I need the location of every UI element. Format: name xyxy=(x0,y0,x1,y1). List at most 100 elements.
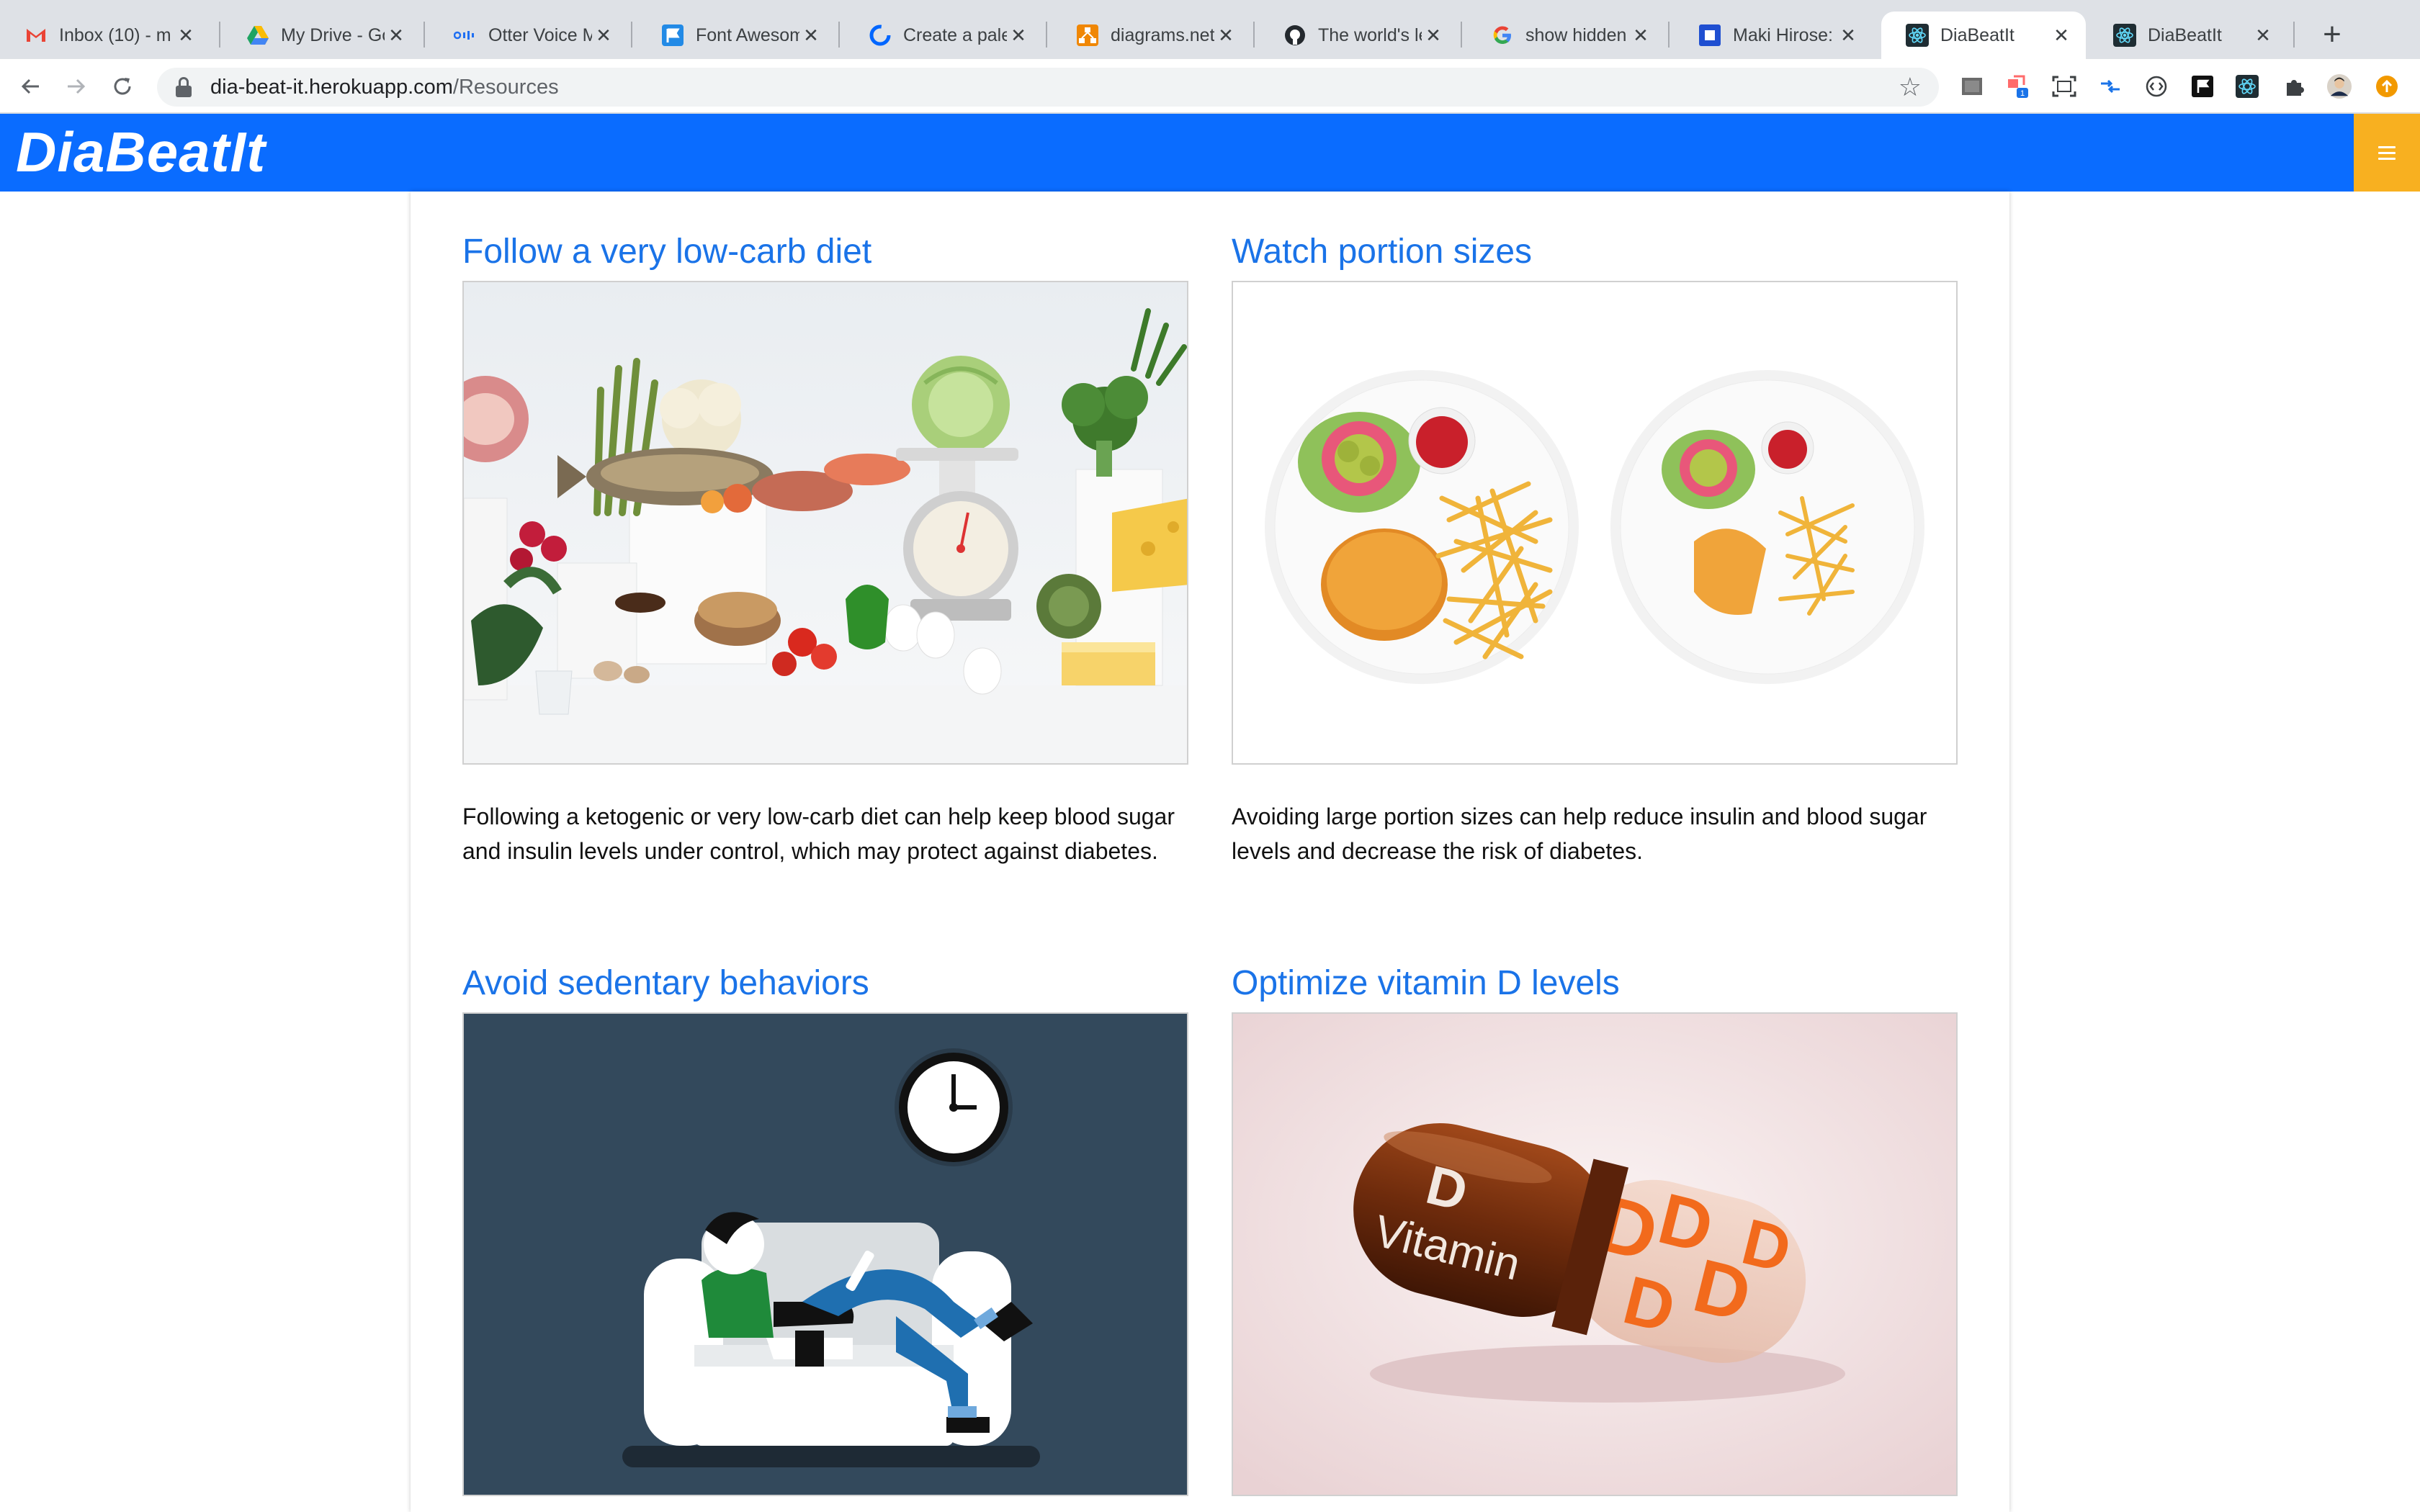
url-path: /Resources xyxy=(452,75,559,99)
tab-divider xyxy=(1668,22,1670,48)
tab-divider xyxy=(631,22,632,48)
menu-line xyxy=(2378,151,2396,154)
browser-tab-font-awesome[interactable]: Font Awesome ✕ xyxy=(637,12,835,59)
browser-tab-github[interactable]: The world's le ✕ xyxy=(1259,12,1458,59)
portion-plates-image xyxy=(1232,281,1958,765)
react-icon xyxy=(1906,24,1929,47)
close-icon[interactable]: ✕ xyxy=(1629,24,1652,47)
hamburger-menu-button[interactable] xyxy=(2354,114,2420,192)
bookmark-star-icon[interactable]: ☆ xyxy=(1899,72,1922,102)
browser-tab-coolors[interactable]: Create a palet ✕ xyxy=(844,12,1043,59)
tab-title: Create a palet xyxy=(903,24,1007,45)
sedentary-couch-image xyxy=(462,1012,1188,1496)
otter-icon xyxy=(454,24,477,47)
new-tab-button[interactable]: + xyxy=(2312,16,2352,56)
extension-icon[interactable] xyxy=(1959,73,1985,99)
screenshot-icon[interactable] xyxy=(2051,73,2077,99)
tab-title: Otter Voice M xyxy=(488,24,592,45)
extension-badge-icon[interactable]: 1 xyxy=(2004,73,2030,99)
resource-title: Follow a very low-carb diet xyxy=(462,233,872,271)
close-icon[interactable]: ✕ xyxy=(799,24,823,47)
address-bar[interactable]: dia-beat-it.herokuapp.com/Resources ☆ xyxy=(157,68,1939,107)
close-icon[interactable]: ✕ xyxy=(1837,24,1860,47)
close-icon[interactable]: ✕ xyxy=(1214,24,1237,47)
arrow-right-icon xyxy=(68,78,86,94)
browser-tab-diabeatit-active[interactable]: DiaBeatIt ✕ xyxy=(1881,12,2086,59)
reload-button[interactable] xyxy=(102,66,143,107)
tab-title: Maki Hirose: L xyxy=(1733,24,1837,45)
close-icon[interactable]: ✕ xyxy=(174,24,197,47)
close-icon[interactable]: ✕ xyxy=(2050,24,2073,47)
github-icon xyxy=(1283,24,1307,47)
browser-tab-gmail[interactable]: Inbox (10) - m ✕ xyxy=(0,12,210,59)
resource-title: Watch portion sizes xyxy=(1232,233,1533,271)
app-header: DiaBeatIt xyxy=(0,114,2420,192)
flag-extension-icon[interactable] xyxy=(2190,73,2215,99)
resources-content: Follow a very low-carb diet Following a … xyxy=(411,192,2009,1512)
menu-line xyxy=(2378,145,2396,148)
update-icon[interactable] xyxy=(2374,73,2400,99)
close-icon[interactable]: ✕ xyxy=(592,24,615,47)
coolors-icon xyxy=(869,24,892,47)
google-icon xyxy=(1491,24,1514,47)
browser-tab-diabeatit[interactable]: DiaBeatIt ✕ xyxy=(2089,12,2287,59)
close-icon[interactable]: ✕ xyxy=(2251,24,2275,47)
forward-button[interactable] xyxy=(56,66,97,107)
tab-divider xyxy=(2293,22,2295,48)
vitamin-d-capsule-image: D D D D D D Vitamin xyxy=(1232,1012,1958,1496)
resource-card-portion: Watch portion sizes Avoiding large porti… xyxy=(1232,230,1958,868)
url-host: dia-beat-it.herokuapp.com xyxy=(210,75,453,99)
tab-title: show hidden f xyxy=(1525,24,1629,45)
browser-tab-strip: Inbox (10) - m ✕ My Drive - Go ✕ Otter V… xyxy=(0,0,2420,59)
gmail-icon xyxy=(24,24,48,47)
tab-divider xyxy=(424,22,425,48)
extension-badge-count: 1 xyxy=(2020,89,2025,98)
square-app-icon xyxy=(1698,24,1721,47)
browser-tab-drive[interactable]: My Drive - Go ✕ xyxy=(222,12,421,59)
resource-card-vitamin-d: Optimize vitamin D levels D D D D D D Vi… xyxy=(1232,962,1958,1512)
close-icon[interactable]: ✕ xyxy=(1422,24,1445,47)
resource-description: Avoiding large portion sizes can help re… xyxy=(1232,804,1927,864)
tab-title: Font Awesome xyxy=(696,24,799,45)
code-extension-icon[interactable] xyxy=(2143,73,2169,99)
brand-logo[interactable]: DiaBeatIt xyxy=(16,120,266,185)
browser-tab-google-search[interactable]: show hidden f ✕ xyxy=(1466,12,1665,59)
tab-divider xyxy=(838,22,840,48)
url-text: dia-beat-it.herokuapp.com/Resources xyxy=(210,76,559,99)
low-carb-foods-image xyxy=(462,281,1188,765)
resource-card-low-carb: Follow a very low-carb diet Following a … xyxy=(462,230,1188,868)
browser-tab-otter[interactable]: Otter Voice M ✕ xyxy=(429,12,628,59)
lock-icon xyxy=(176,77,192,97)
resource-description: Following a ketogenic or very low-carb d… xyxy=(462,804,1175,864)
tab-title: Inbox (10) - m xyxy=(59,24,171,45)
arrow-left-icon xyxy=(21,78,39,94)
google-drive-icon xyxy=(246,24,269,47)
react-icon xyxy=(2113,24,2136,47)
close-icon[interactable]: ✕ xyxy=(385,24,408,47)
tab-title: diagrams.net xyxy=(1111,24,1214,45)
tab-title: DiaBeatIt xyxy=(2148,24,2222,45)
close-icon[interactable]: ✕ xyxy=(1007,24,1030,47)
resource-title: Avoid sedentary behaviors xyxy=(462,964,869,1002)
tab-title: The world's le xyxy=(1318,24,1422,45)
resource-title: Optimize vitamin D levels xyxy=(1232,964,1620,1002)
menu-line xyxy=(2378,157,2396,160)
tab-title: My Drive - Go xyxy=(281,24,385,45)
tab-divider xyxy=(1253,22,1255,48)
browser-toolbar: dia-beat-it.herokuapp.com/Resources ☆ 1 xyxy=(0,59,2420,114)
resource-card-sedentary: Avoid sedentary behaviors xyxy=(462,962,1188,1512)
avatar[interactable] xyxy=(2326,73,2352,99)
arrows-extension-icon[interactable] xyxy=(2097,73,2123,99)
tab-divider xyxy=(219,22,220,48)
tab-divider xyxy=(1461,22,1462,48)
browser-tab-maki[interactable]: Maki Hirose: L ✕ xyxy=(1674,12,1873,59)
reload-icon xyxy=(114,78,131,95)
diagrams-icon xyxy=(1076,24,1099,47)
back-button[interactable] xyxy=(10,66,50,107)
browser-tab-diagrams[interactable]: diagrams.net ✕ xyxy=(1052,12,1250,59)
react-devtools-icon[interactable] xyxy=(2234,73,2260,99)
font-awesome-flag-icon xyxy=(661,24,684,47)
puzzle-extensions-icon[interactable] xyxy=(2282,73,2308,99)
tab-title: DiaBeatIt xyxy=(1940,24,2015,45)
tab-divider xyxy=(1046,22,1047,48)
